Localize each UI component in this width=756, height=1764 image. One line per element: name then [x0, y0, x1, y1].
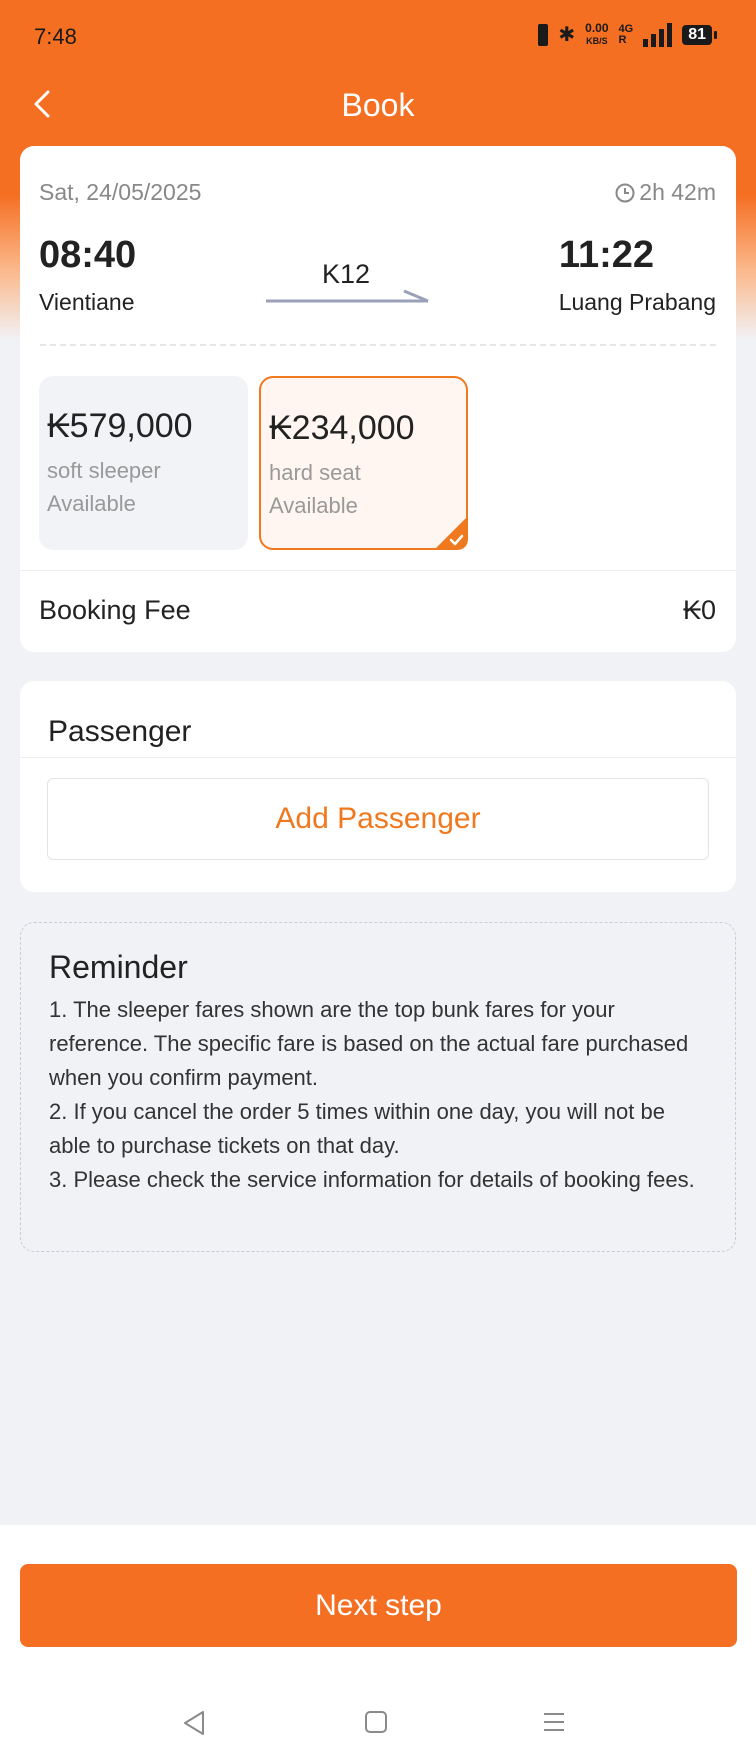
divider — [20, 570, 736, 571]
trip-card: Sat, 24/05/2025 2h 42m 08:40 Vientiane K… — [20, 146, 736, 652]
network-speed-unit: KB/S — [586, 36, 608, 46]
arrival-time: 11:22 — [558, 234, 654, 276]
vibrate-icon — [538, 23, 549, 46]
reminder-item: 2. If you cancel the order 5 times withi… — [49, 1099, 665, 1158]
trip-duration: 2h 42m — [614, 179, 716, 206]
fare-option-soft-sleeper[interactable]: ₭579,000 soft sleeper Available — [39, 376, 248, 550]
passenger-card: Passenger Add Passenger — [20, 681, 736, 892]
roaming-label: R — [618, 33, 627, 46]
booking-fee-label: Booking Fee — [39, 595, 191, 625]
system-menu-icon[interactable] — [542, 1710, 566, 1734]
status-bar: 7:48 ✱ 0.00 KB/S 4G R 81 — [0, 0, 756, 75]
reminder-box: Reminder 1. The sleeper fares shown are … — [20, 922, 736, 1252]
duration-text: 2h 42m — [639, 179, 716, 205]
system-navigation-bar — [0, 1710, 756, 1750]
train-number: K12 — [322, 259, 371, 289]
reminder-body: 1. The sleeper fares shown are the top b… — [49, 993, 699, 1197]
add-passenger-button[interactable]: Add Passenger — [47, 778, 709, 860]
page-title: Book — [341, 87, 415, 123]
fare-seat-type: soft sleeper — [47, 458, 161, 483]
battery-icon: 81 — [682, 24, 717, 45]
selected-check-icon — [434, 516, 468, 550]
fare-availability: Available — [269, 493, 358, 518]
booking-fee-value: ₭0 — [682, 595, 716, 625]
route-arrow-icon — [266, 289, 429, 303]
trip-date: Sat, 24/05/2025 — [39, 179, 202, 205]
fare-seat-type: hard seat — [269, 460, 361, 485]
bottom-bar: Next step — [0, 1525, 756, 1764]
status-icons: ✱ 0.00 KB/S 4G R 81 — [538, 22, 717, 47]
signal-icon — [643, 22, 673, 47]
next-step-button[interactable]: Next step — [20, 1564, 737, 1647]
system-back-icon[interactable] — [182, 1710, 206, 1736]
bluetooth-icon: ✱ — [558, 24, 576, 46]
fare-availability: Available — [47, 491, 136, 516]
arrival-station: Luang Prabang — [558, 289, 716, 315]
status-time: 7:48 — [34, 24, 77, 49]
divider — [20, 757, 736, 758]
network-speed-value: 0.00 — [585, 21, 609, 35]
fare-price: ₭579,000 — [47, 407, 193, 445]
nav-bar: Book — [0, 75, 756, 137]
passenger-title: Passenger — [48, 715, 192, 748]
divider — [40, 344, 716, 346]
reminder-item: 3. Please check the service information … — [49, 1167, 695, 1192]
network-type: 4G R — [618, 23, 634, 46]
clock-icon — [615, 183, 635, 202]
departure-time: 08:40 — [39, 234, 137, 276]
reminder-item: 1. The sleeper fares shown are the top b… — [49, 997, 689, 1090]
network-speed: 0.00 KB/S — [585, 22, 608, 47]
system-home-icon[interactable] — [364, 1710, 388, 1734]
fare-option-hard-seat[interactable]: ₭234,000 hard seat Available — [259, 376, 468, 550]
reminder-title: Reminder — [49, 949, 188, 985]
fare-price: ₭234,000 — [269, 409, 415, 447]
departure-station: Vientiane — [39, 289, 135, 315]
